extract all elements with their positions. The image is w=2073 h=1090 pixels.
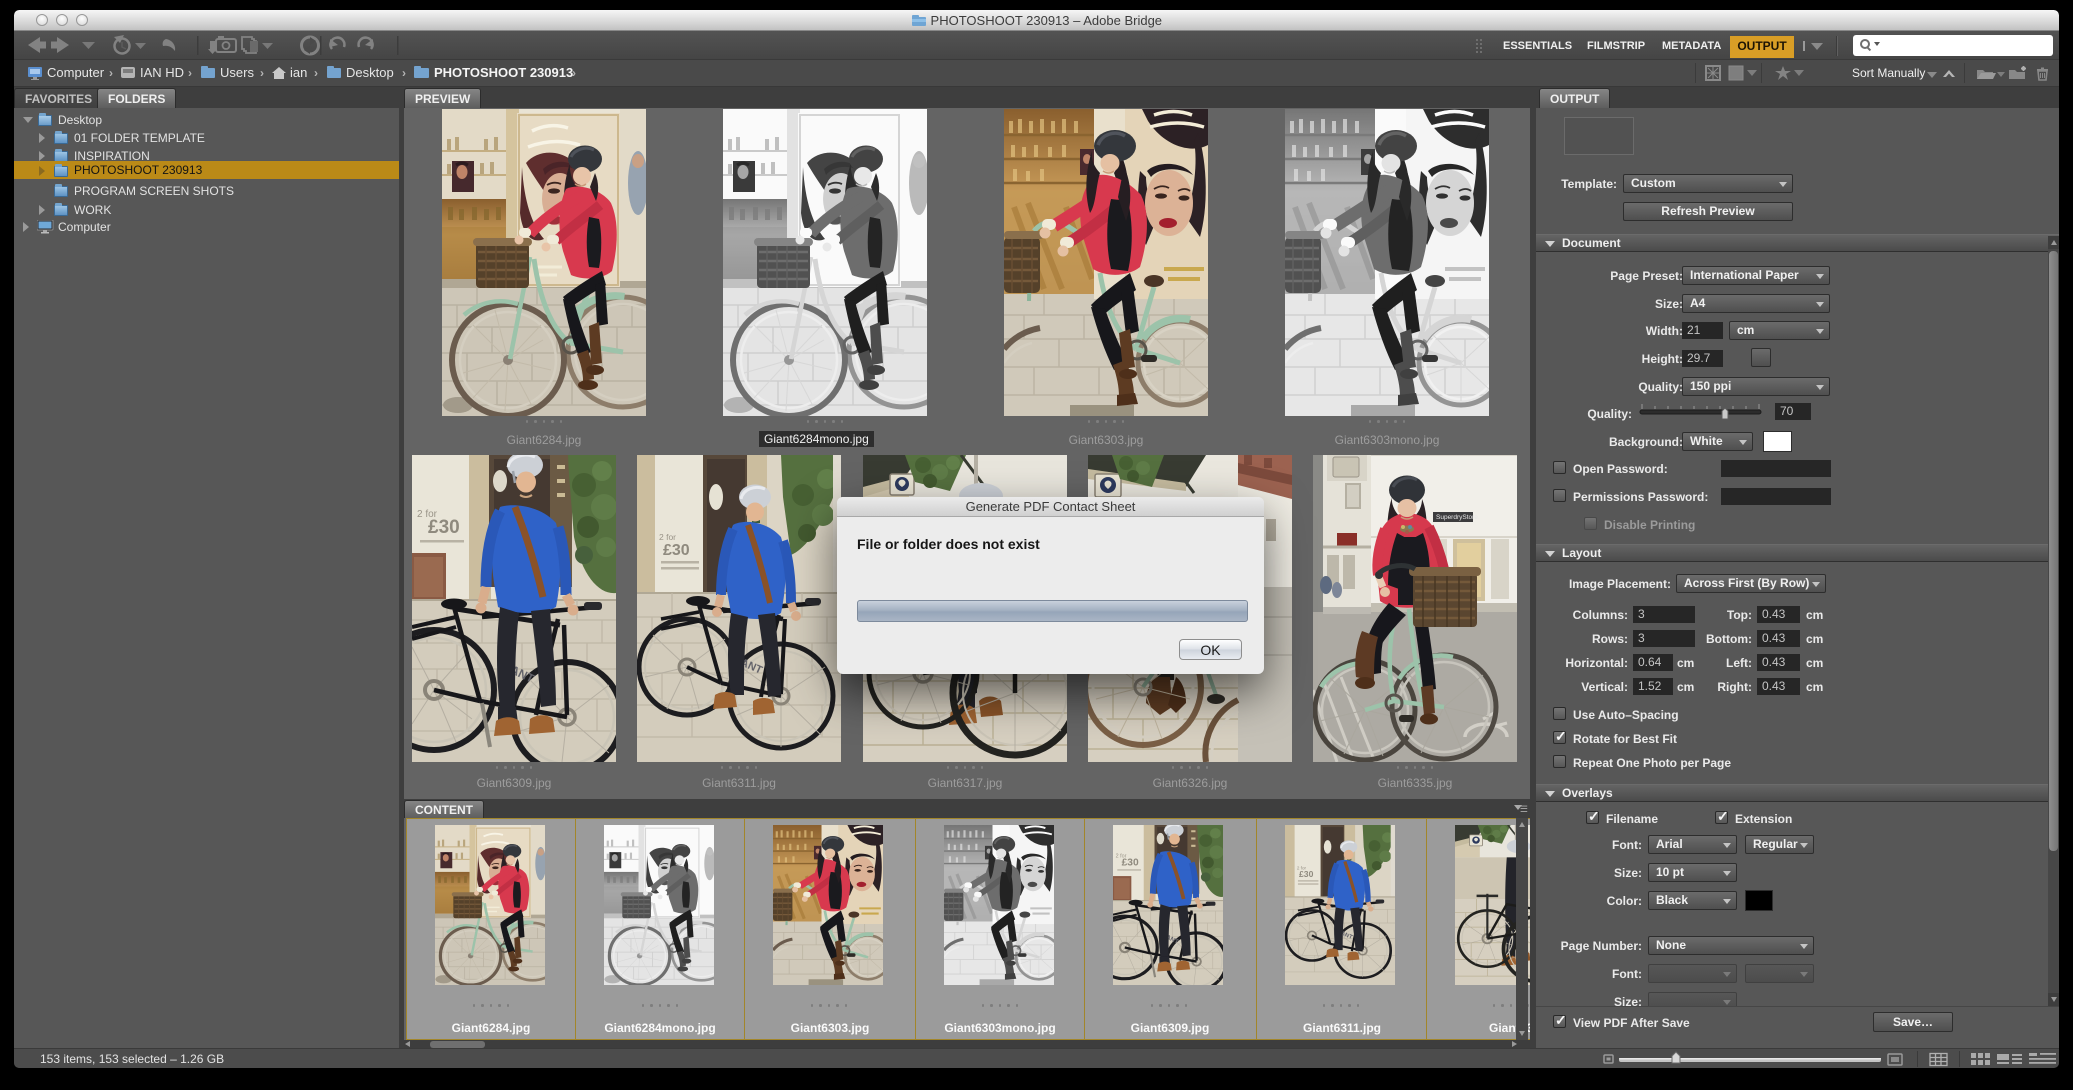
svg-text:FILMSTRIP: FILMSTRIP [1587, 40, 1645, 52]
svg-text:›: › [260, 66, 264, 80]
svg-text:›: › [109, 66, 113, 80]
svg-text:›: › [314, 66, 318, 80]
svg-text:ian: ian [290, 65, 307, 80]
svg-text:PHOTOSHOOT 230913: PHOTOSHOOT 230913 [434, 65, 573, 80]
svg-text:›: › [188, 66, 192, 80]
svg-text:Users: Users [220, 65, 254, 80]
svg-text:OUTPUT: OUTPUT [1737, 39, 1787, 53]
svg-text:METADATA: METADATA [1662, 40, 1721, 52]
svg-text:Computer: Computer [47, 65, 105, 80]
svg-text:›: › [572, 66, 576, 80]
svg-text:IAN HD: IAN HD [140, 65, 184, 80]
svg-text:Desktop: Desktop [346, 65, 394, 80]
svg-text:›: › [402, 66, 406, 80]
svg-text:ESSENTIALS: ESSENTIALS [1503, 40, 1572, 52]
svg-text:Sort Manually: Sort Manually [1852, 66, 1925, 80]
